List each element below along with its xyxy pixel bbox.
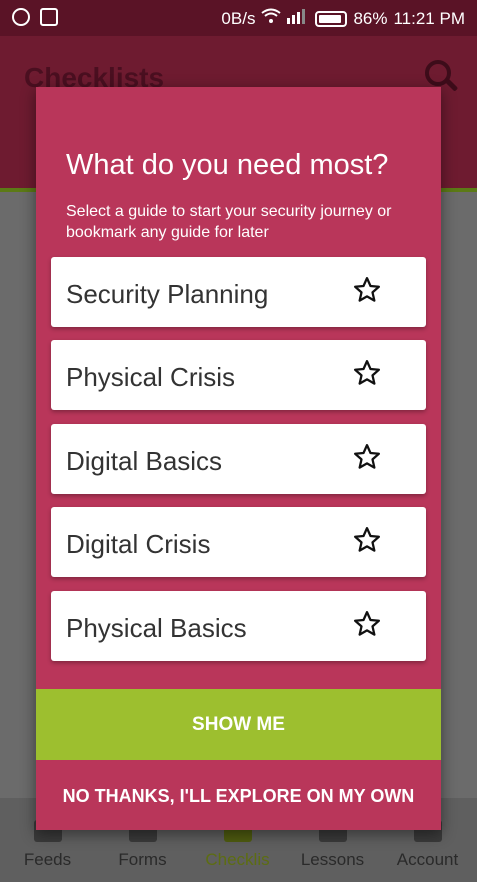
guide-label: Digital Crisis (66, 529, 211, 559)
star-outline-icon[interactable] (352, 275, 382, 305)
battery-level: 86% (353, 8, 388, 28)
battery-icon (315, 10, 348, 27)
star-outline-icon[interactable] (352, 525, 382, 555)
guide-card-digital-crisis[interactable]: Digital Crisis (51, 507, 426, 577)
nav-label: Feeds (23, 850, 72, 869)
guide-card-physical-crisis[interactable]: Physical Crisis (51, 340, 426, 410)
nav-label: Lessons (300, 850, 365, 869)
guide-label: Security Planning (66, 279, 269, 309)
search-icon[interactable] (425, 60, 451, 86)
data-rate: 0B/s (221, 8, 256, 28)
guide-card-physical-basics[interactable]: Physical Basics (51, 591, 426, 661)
guide-card-digital-basics[interactable]: Digital Basics (51, 424, 426, 494)
image-icon (40, 8, 58, 26)
dialog-heading: What do you need most? (66, 149, 389, 181)
no-thanks-button[interactable]: NO THANKS, I'LL EXPLORE ON MY OWN (36, 763, 441, 830)
status-bar: 0B/s 86% 11:21 PM (0, 0, 477, 36)
status-right: 0B/s 86% 11:21 PM (221, 8, 465, 29)
dialog-subtitle: Select a guide to start your security jo… (66, 203, 392, 241)
nav-label: Checklis (205, 850, 270, 869)
guide-label: Physical Crisis (66, 362, 236, 392)
status-left-icons (12, 8, 58, 26)
wifi-icon (261, 8, 282, 29)
whatsapp-icon (12, 8, 30, 26)
nav-label: Forms (118, 850, 167, 869)
star-outline-icon[interactable] (352, 358, 382, 388)
guide-card-security-planning[interactable]: Security Planning (51, 257, 426, 327)
guide-picker-dialog: What do you need most? Select a guide to… (36, 87, 441, 830)
nav-label: Account (396, 850, 459, 869)
guide-label: Physical Basics (66, 613, 247, 643)
star-outline-icon[interactable] (352, 609, 382, 639)
clock: 11:21 PM (393, 8, 465, 28)
show-me-button[interactable]: SHOW ME (36, 689, 441, 760)
guide-label: Digital Basics (66, 446, 223, 476)
star-outline-icon[interactable] (352, 442, 382, 472)
signal-icon (287, 8, 309, 29)
